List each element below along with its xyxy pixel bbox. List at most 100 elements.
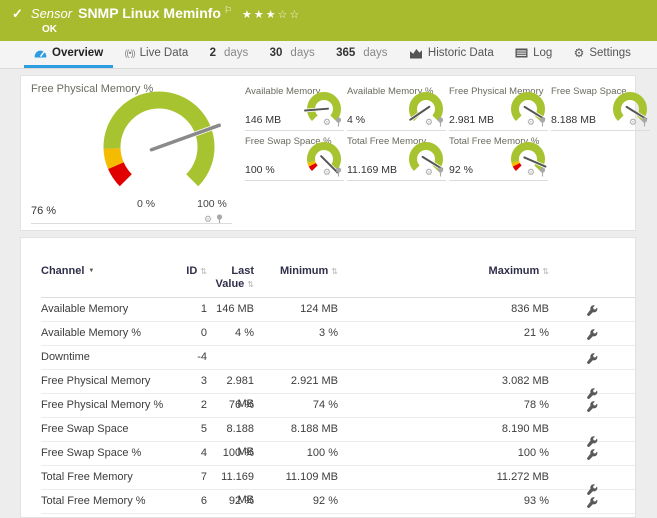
tab-label: days	[223, 47, 249, 59]
table-row[interactable]: Total Free Memory % 6 92 % 92 % 93 %	[41, 490, 635, 514]
mini-gauge-cell: Available Memory % 4 % ⚙	[347, 83, 446, 131]
channel-settings-icon[interactable]	[586, 304, 598, 316]
table-row[interactable]: Available Memory % 0 4 % 3 % 21 %	[41, 322, 635, 346]
prtg-sensor-page: ✓ Sensor SNMP Linux Meminfo ⚐ ★★★☆☆ OK O…	[0, 0, 657, 518]
cell-maximum: 93 %	[523, 495, 549, 507]
tab-label: Overview	[52, 47, 104, 59]
tab-number: 2	[209, 47, 216, 59]
col-header-id[interactable]: ID ⇅	[171, 265, 207, 297]
chart-icon	[409, 48, 422, 58]
cell-minimum	[254, 346, 338, 369]
cell-last-value: 4 %	[235, 327, 254, 339]
tab-historic-data[interactable]: Historic Data	[399, 41, 504, 68]
tab-label: Log	[533, 47, 553, 59]
col-header-minimum[interactable]: Minimum ⇅	[254, 265, 338, 297]
pin-icon[interactable]	[335, 117, 342, 127]
tab-settings[interactable]: ⚙ Settings	[564, 41, 641, 68]
gear-icon[interactable]: ⚙	[425, 167, 433, 177]
gauge-cell-actions: ⚙	[527, 167, 546, 177]
pin-icon[interactable]	[539, 117, 546, 127]
gauge-cell-actions: ⚙	[629, 117, 648, 127]
gauge-cell-actions: ⚙	[323, 167, 342, 177]
mini-gauge-cell: Total Free Memory 11.169 MB ⚙	[347, 133, 446, 181]
main-gauge-max-label: 100 %	[197, 198, 227, 210]
gauge-cell-actions: ⚙	[527, 117, 546, 127]
cell-channel[interactable]: Free Swap Space %	[41, 442, 171, 465]
mini-gauge-value: 92 %	[449, 164, 473, 176]
cell-channel[interactable]: Downtime	[41, 346, 171, 369]
table-row[interactable]: Free Swap Space % 4 100 % 100 % 100 %	[41, 442, 635, 466]
cell-channel[interactable]: Free Physical Memory %	[41, 394, 171, 417]
tab-2-days[interactable]: 2 days	[200, 41, 259, 68]
gear-icon[interactable]: ⚙	[425, 117, 433, 127]
divider	[31, 223, 232, 224]
priority-stars[interactable]: ★★★☆☆	[242, 8, 301, 21]
pin-icon[interactable]	[641, 117, 648, 127]
table-row[interactable]: Free Physical Memory 3 2.981 MB 2.921 MB…	[41, 370, 635, 410]
tab-log[interactable]: Log	[505, 41, 562, 68]
mini-gauge-cell: Free Physical Memory 2.981 MB ⚙	[449, 83, 548, 131]
tab-label: Settings	[589, 47, 631, 59]
tab-bar: Overview ((•)) Live Data 2 days 30 days 36…	[0, 41, 657, 69]
sensor-title: SNMP Linux Meminfo	[78, 5, 221, 21]
cell-maximum: 78 %	[523, 399, 549, 411]
cell-channel[interactable]: Total Free Memory %	[41, 490, 171, 513]
col-header-last-value[interactable]: Last Value ⇅	[207, 265, 254, 297]
cell-id: 1	[200, 303, 207, 315]
cell-maximum	[338, 346, 549, 369]
object-kind-label: Sensor	[30, 6, 73, 21]
pin-icon[interactable]	[335, 167, 342, 177]
pin-icon[interactable]	[437, 117, 444, 127]
channel-settings-icon[interactable]	[586, 496, 598, 508]
gear-icon[interactable]: ⚙	[527, 117, 535, 127]
tab-overview[interactable]: Overview	[24, 41, 114, 68]
gear-icon[interactable]: ⚙	[629, 117, 637, 127]
table-row[interactable]: Free Swap Space 5 8.188 MB 8.188 MB 8.19…	[41, 418, 635, 458]
cell-minimum: 74 %	[312, 399, 338, 411]
col-header-channel[interactable]: Channel ▼	[41, 265, 171, 297]
status-check-icon: ✓	[12, 6, 23, 21]
mini-gauge-cell: Free Swap Space 8.188 MB ⚙	[551, 83, 650, 131]
tab-30-days[interactable]: 30 days	[260, 41, 325, 68]
gear-icon[interactable]: ⚙	[527, 167, 535, 177]
gauges-panel: Free Physical Memory % 0 % 100 % 76 % ⚙ …	[20, 75, 650, 231]
table-row[interactable]: Total Free Memory 7 11.169 MB 11.109 MB …	[41, 466, 635, 506]
mini-gauge-value: 2.981 MB	[449, 114, 494, 126]
flag-icon[interactable]: ⚐	[224, 5, 232, 16]
cell-maximum: 100 %	[517, 447, 549, 459]
mini-gauge-value: 146 MB	[245, 114, 282, 126]
mini-gauge-cell: Free Swap Space % 100 % ⚙	[245, 133, 344, 181]
channel-settings-icon[interactable]	[586, 352, 598, 364]
col-label: ID	[186, 265, 198, 277]
cell-channel[interactable]: Available Memory	[41, 298, 171, 321]
table-body: Available Memory 1 146 MB 124 MB 836 MB …	[41, 298, 635, 514]
gear-icon[interactable]: ⚙	[323, 167, 331, 177]
pin-icon[interactable]	[539, 167, 546, 177]
cell-channel[interactable]: Available Memory %	[41, 322, 171, 345]
table-row[interactable]: Downtime -4	[41, 346, 635, 370]
mini-gauge-value: 11.169 MB	[347, 164, 398, 176]
main-gauge-min-label: 0 %	[136, 198, 156, 210]
table-row[interactable]: Available Memory 1 146 MB 124 MB 836 MB	[41, 298, 635, 322]
gauge-cell-actions: ⚙	[204, 211, 633, 227]
sort-icon: ⇅	[542, 267, 549, 276]
cell-id: 4	[200, 447, 207, 459]
mini-gauge-value: 8.188 MB	[551, 114, 596, 126]
col-label: Channel	[41, 265, 85, 277]
pin-icon[interactable]	[437, 167, 444, 177]
gauge-cell-actions: ⚙	[425, 117, 444, 127]
gear-icon[interactable]: ⚙	[323, 117, 331, 127]
tab-365-days[interactable]: 365 days	[326, 41, 397, 68]
cell-maximum: 836 MB	[511, 303, 549, 315]
channels-panel: Channel ▼ ID ⇅ Last Value ⇅ Minimum ⇅ Maximu…	[20, 237, 636, 518]
channel-settings-icon[interactable]	[586, 328, 598, 340]
col-label: Maximum	[488, 265, 540, 277]
gauge-cell-actions: ⚙	[425, 167, 444, 177]
channel-settings-icon[interactable]	[586, 448, 598, 460]
tab-label: Live Data	[139, 47, 189, 59]
col-header-maximum[interactable]: Maximum ⇅	[338, 265, 549, 297]
channel-settings-icon[interactable]	[586, 400, 598, 412]
table-icon	[515, 48, 528, 58]
tab-live-data[interactable]: ((•)) Live Data	[115, 41, 199, 68]
table-row[interactable]: Free Physical Memory % 2 76 % 74 % 78 %	[41, 394, 635, 418]
